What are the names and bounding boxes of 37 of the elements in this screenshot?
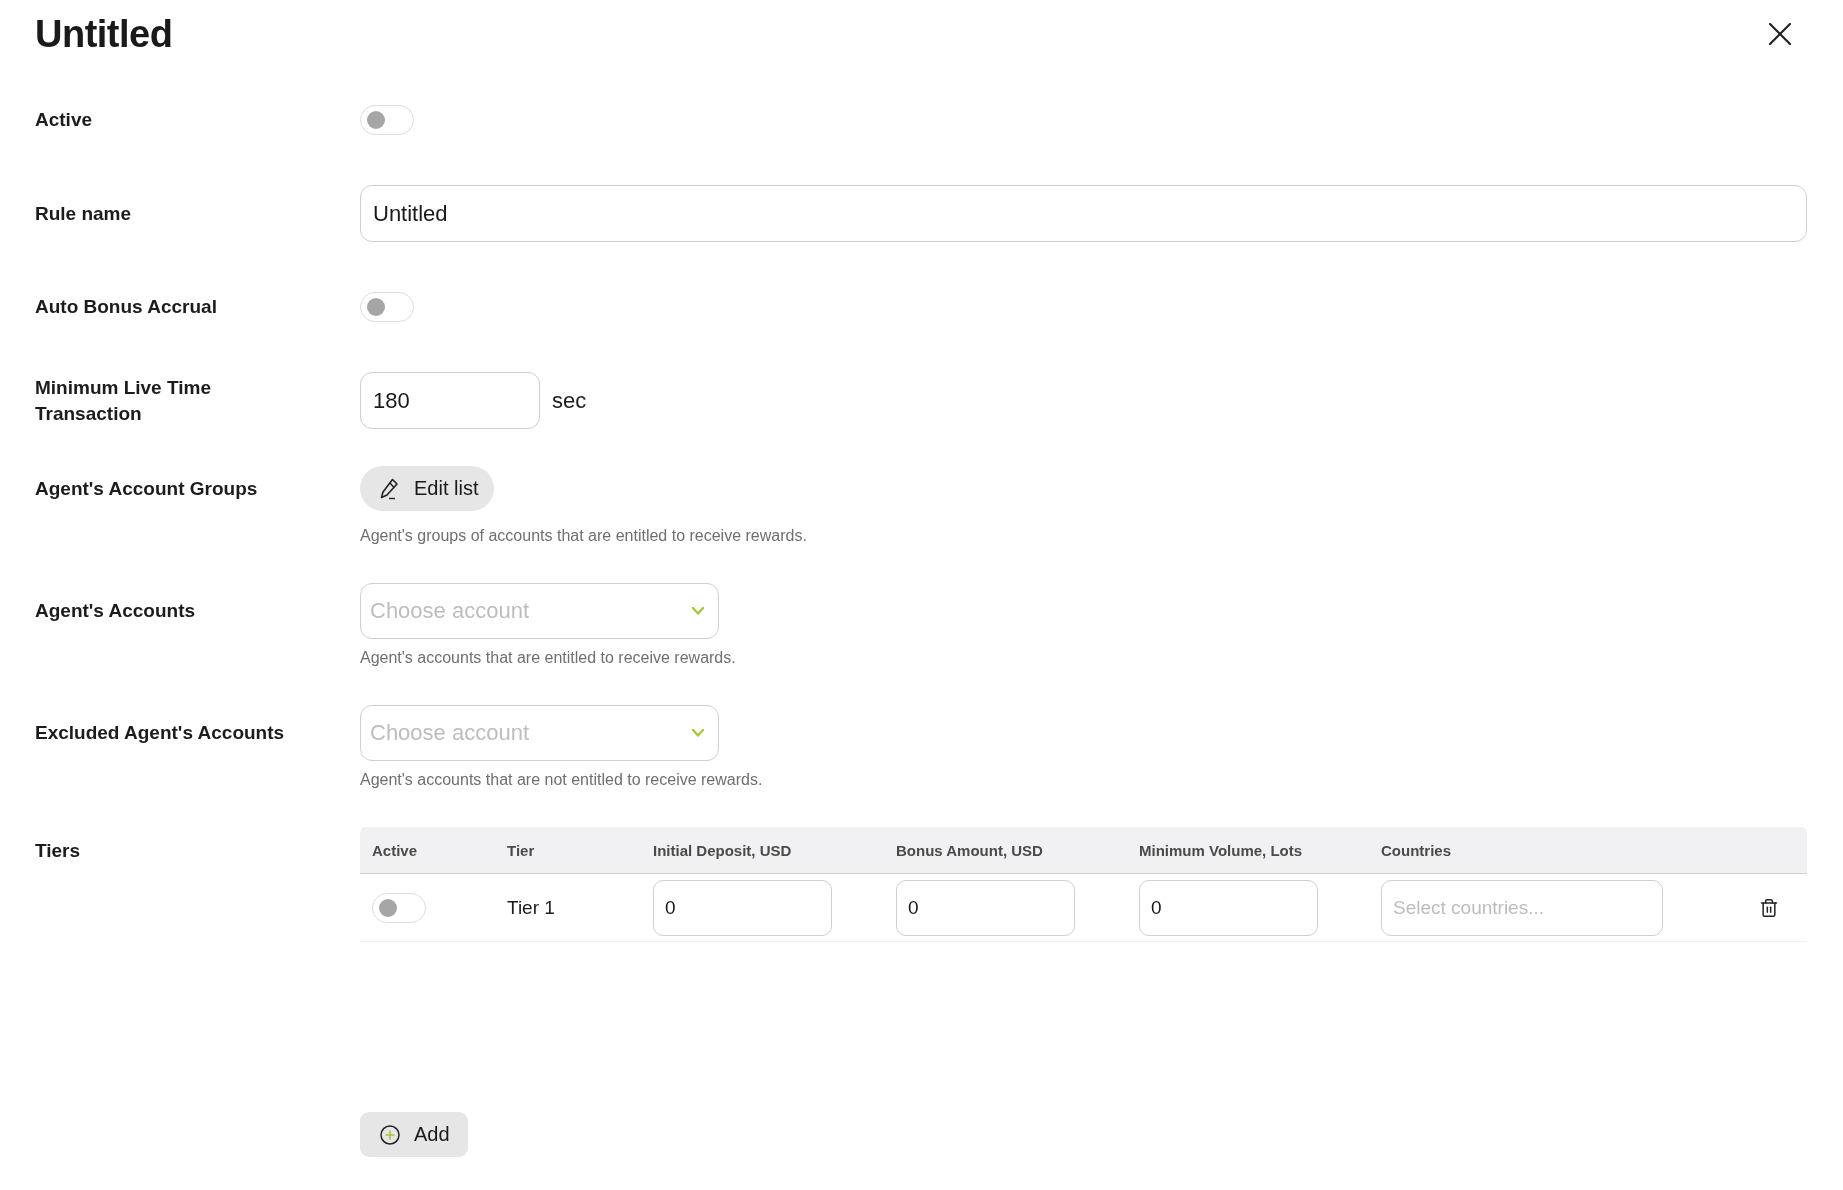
field-label: Auto Bonus Accrual (35, 295, 217, 319)
close-icon[interactable] (1769, 23, 1791, 45)
bonus-input[interactable]: 0 (896, 879, 1075, 936)
field-hint: Agent's groups of accounts that are entitled to receive rewards. (360, 526, 807, 546)
field-label: Agent's Accounts (35, 599, 196, 623)
field-label: Active (35, 108, 93, 132)
unit-label: sec (552, 387, 587, 414)
plus-circle-icon (380, 1124, 400, 1145)
column-header: Bonus Amount, USD (895, 841, 1044, 859)
text-input[interactable]: Untitled (360, 185, 1807, 242)
field-hint: Agent's accounts that are entitled to receive rewards. (360, 648, 736, 668)
volume-input[interactable]: 0 (1139, 879, 1318, 936)
table-cell: Tier 1 (507, 896, 555, 919)
column-header: Minimum Volume, Lots (1138, 841, 1304, 859)
field-label: Rule name (35, 201, 132, 226)
chevron-down-icon (692, 729, 704, 737)
toggle-switch[interactable] (360, 292, 414, 322)
column-header: Tier (506, 841, 536, 859)
field-label: Tiers (35, 838, 81, 863)
edit-list-button[interactable]: Edit list (360, 466, 495, 511)
deposit-input[interactable]: 0 (653, 879, 832, 936)
pencil-icon (380, 477, 400, 500)
add-button[interactable]: Add (360, 1112, 468, 1157)
dialog-title: Untitled (35, 14, 173, 54)
column-header: Countries (1380, 841, 1452, 859)
trash-icon[interactable] (1759, 897, 1779, 918)
field-label: Minimum Live Time Transaction (35, 375, 212, 426)
column-header: Initial Deposit, USD (652, 841, 793, 859)
column-header: Active (371, 841, 419, 859)
field-hint: Agent's accounts that are not entitled to receive rewards. (360, 770, 763, 790)
field-label: Excluded Agent's Accounts (35, 721, 285, 745)
countries-input[interactable]: Select countries... (1381, 879, 1663, 936)
chevron-down-icon (692, 607, 704, 615)
number-input[interactable]: 180 (360, 372, 540, 429)
toggle-switch[interactable] (360, 105, 414, 135)
toggle-switch[interactable] (372, 892, 426, 923)
field-label: Agent's Account Groups (35, 476, 258, 501)
